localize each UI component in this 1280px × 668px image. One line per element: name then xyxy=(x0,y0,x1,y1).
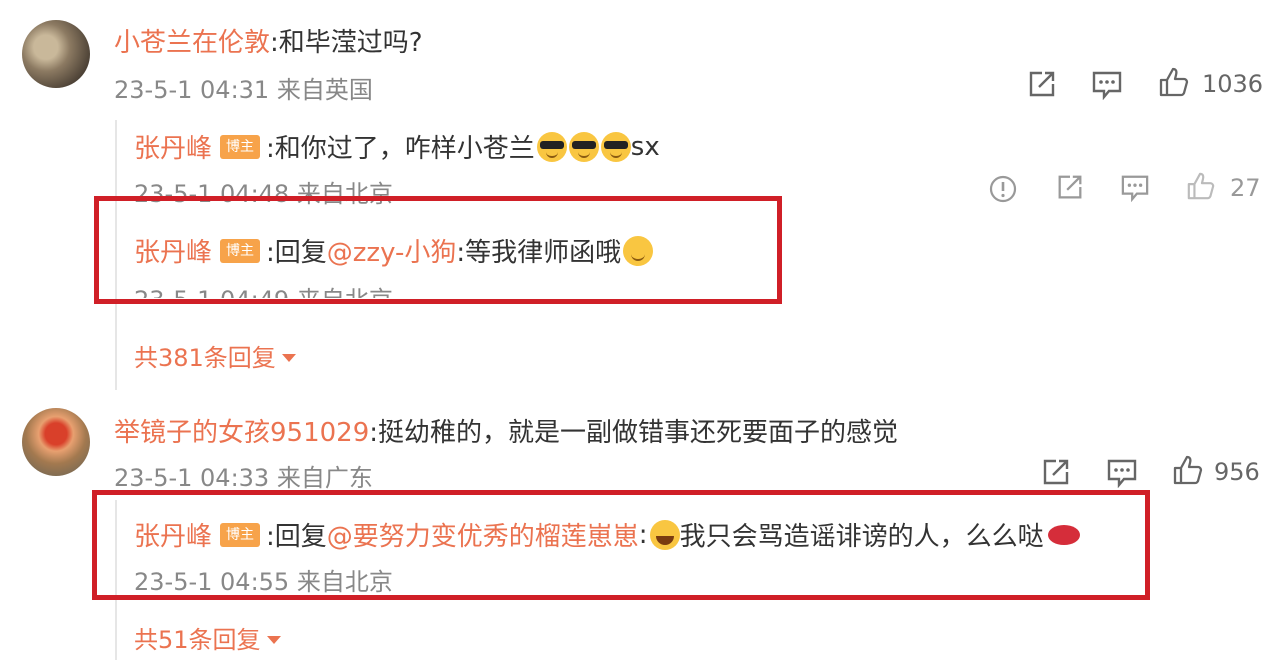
more-replies-label: 共381条回复 xyxy=(134,344,276,372)
comment-text: :和毕滢过吗? xyxy=(270,28,423,58)
chevron-down-icon xyxy=(266,636,281,644)
emoji-cool xyxy=(536,131,567,162)
like-count: 956 xyxy=(1214,458,1260,486)
reply-line: 张丹峰 博主 :和你过了，咋样小苍兰 sx xyxy=(134,128,660,165)
avatar[interactable] xyxy=(22,408,90,476)
reply-username[interactable]: 张丹峰 xyxy=(134,128,212,165)
share-icon[interactable] xyxy=(1055,172,1085,202)
comment-icon[interactable] xyxy=(1120,174,1150,202)
comment-line: 举镜子的女孩951029 :挺幼稚的，就是一副做错事还死要面子的感觉 xyxy=(114,412,898,449)
like-count: 1036 xyxy=(1202,70,1264,98)
mention-link[interactable]: @要努力变优秀的榴莲崽崽 xyxy=(327,516,639,553)
like-icon[interactable] xyxy=(1186,171,1216,201)
report-icon[interactable] xyxy=(988,174,1018,204)
reply-meta: 23-5-1 04:55 来自北京 xyxy=(134,568,393,596)
like-icon[interactable] xyxy=(1158,66,1190,98)
emoji-laugh xyxy=(649,519,680,550)
emoji-cool xyxy=(568,131,599,162)
author-badge: 博主 xyxy=(220,522,261,547)
reply-text: :和你过了，咋样小苍兰 xyxy=(266,134,535,164)
reply-prefix: :回复 xyxy=(266,238,327,268)
reply-username[interactable]: 张丹峰 xyxy=(134,516,212,553)
comment-username[interactable]: 举镜子的女孩951029 xyxy=(114,412,369,449)
comment-line: 小苍兰在伦敦 :和毕滢过吗? xyxy=(114,22,423,59)
comment-icon[interactable] xyxy=(1091,70,1123,100)
reply-text-suffix: sx xyxy=(630,131,660,162)
more-replies-link[interactable]: 共381条回复 xyxy=(134,338,296,373)
emoji-smirk xyxy=(623,235,654,266)
reply-meta: 23-5-1 04:49 来自北京 xyxy=(134,280,393,298)
mention-link[interactable]: @zzy-小狗 xyxy=(327,232,457,269)
lips-emoji xyxy=(1047,524,1080,545)
more-replies-link[interactable]: 共51条回复 xyxy=(134,620,281,655)
like-icon[interactable] xyxy=(1172,454,1204,486)
reply-line: 张丹峰 博主 :回复 @zzy-小狗 :等我律师函哦 xyxy=(134,232,654,269)
share-icon[interactable] xyxy=(1040,456,1072,488)
emoji-cool xyxy=(600,131,631,162)
chevron-down-icon xyxy=(281,354,296,362)
reply-text: 我只会骂造谣诽谤的人，么么哒 xyxy=(679,522,1044,552)
reply-text: :等我律师函哦 xyxy=(456,238,622,268)
like-count: 27 xyxy=(1230,174,1261,202)
reply-meta-clip: 23-5-1 04:49 来自北京 xyxy=(134,280,434,298)
comment-icon[interactable] xyxy=(1106,458,1138,488)
author-badge: 博主 xyxy=(220,238,261,263)
comment-username[interactable]: 小苍兰在伦敦 xyxy=(114,22,270,59)
more-replies-label: 共51条回复 xyxy=(134,626,261,654)
comment-meta: 23-5-1 04:31 来自英国 xyxy=(114,76,373,104)
reply-prefix: :回复 xyxy=(266,522,327,552)
share-icon[interactable] xyxy=(1026,68,1058,100)
reply-username[interactable]: 张丹峰 xyxy=(134,232,212,269)
comment-text: :挺幼稚的，就是一副做错事还死要面子的感觉 xyxy=(369,418,899,448)
reply-line: 张丹峰 博主 :回复 @要努力变优秀的榴莲崽崽 : 我只会骂造谣诽谤的人，么么哒 xyxy=(134,516,1080,553)
comment-meta: 23-5-1 04:33 来自广东 xyxy=(114,464,373,492)
avatar[interactable] xyxy=(22,20,90,88)
author-badge: 博主 xyxy=(220,134,261,159)
